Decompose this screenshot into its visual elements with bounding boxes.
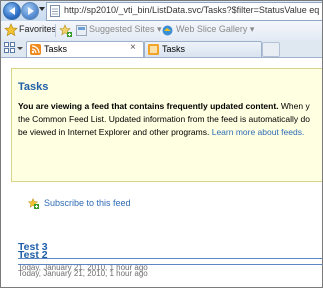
notice-text-2: the Common Feed List. Updated informatio…	[18, 114, 310, 124]
notice-bold-text: You are viewing a feed that contains fre…	[18, 101, 279, 111]
entry-divider	[18, 258, 322, 259]
tab-tasks[interactable]: Tasks	[144, 41, 262, 57]
new-tab-button[interactable]	[262, 42, 280, 57]
feed-notice-text: You are viewing a feed that contains fre…	[18, 100, 322, 139]
learn-more-link[interactable]: Learn more about feeds.	[212, 127, 305, 137]
tab-strip: Tasks × Tasks	[1, 40, 322, 58]
tab-label: Tasks	[44, 44, 68, 54]
subscribe-link[interactable]: Subscribe to this feed	[44, 198, 131, 208]
quick-tabs-icon[interactable]	[4, 42, 15, 53]
suggested-sites-icon	[76, 25, 87, 36]
tab-label: Tasks	[162, 44, 186, 54]
favorites-label[interactable]: Favorites	[19, 24, 56, 34]
forward-button[interactable]	[21, 2, 39, 20]
history-dropdown-icon[interactable]	[39, 7, 45, 11]
tab-tasks-active[interactable]: Tasks ×	[26, 41, 144, 57]
page-content: Tasks You are viewing a feed that contai…	[1, 58, 322, 287]
close-tab-icon[interactable]: ×	[130, 42, 136, 53]
subscribe-icon[interactable]	[28, 198, 39, 209]
back-button[interactable]	[3, 2, 21, 20]
browser-window: http://sp2010/_vti_bin/ListData.svc/Task…	[0, 0, 323, 288]
entry-date: Today, January 21, 2010, 1 hour ago	[18, 269, 148, 278]
add-to-favorites-bar-icon[interactable]	[59, 24, 72, 37]
page-icon	[50, 5, 60, 17]
notice-text-3: be viewed in Internet Explorer and other…	[18, 127, 212, 137]
feed-icon	[30, 44, 41, 55]
address-field[interactable]: http://sp2010/_vti_bin/ListData.svc/Task…	[46, 2, 322, 21]
sharepoint-icon	[148, 44, 159, 55]
favorites-star-icon[interactable]	[4, 23, 18, 37]
entry-title-link[interactable]: Test 2	[18, 249, 48, 261]
tab-list-dropdown-icon[interactable]	[17, 47, 23, 50]
feed-title: Tasks	[18, 81, 49, 93]
entry-divider	[18, 264, 322, 265]
address-toolbar: http://sp2010/_vti_bin/ListData.svc/Task…	[1, 1, 322, 21]
favorites-bar: Favorites Suggested Sites ▾ Web Slice Ga…	[1, 21, 322, 41]
divider	[55, 24, 56, 37]
url-text[interactable]: http://sp2010/_vti_bin/ListData.svc/Task…	[64, 5, 322, 15]
web-slice-gallery-link[interactable]: Web Slice Gallery ▾	[176, 24, 254, 35]
suggested-sites-link[interactable]: Suggested Sites ▾	[89, 24, 162, 35]
web-slice-gallery-icon	[162, 25, 173, 36]
notice-text-1: When y	[278, 101, 310, 111]
